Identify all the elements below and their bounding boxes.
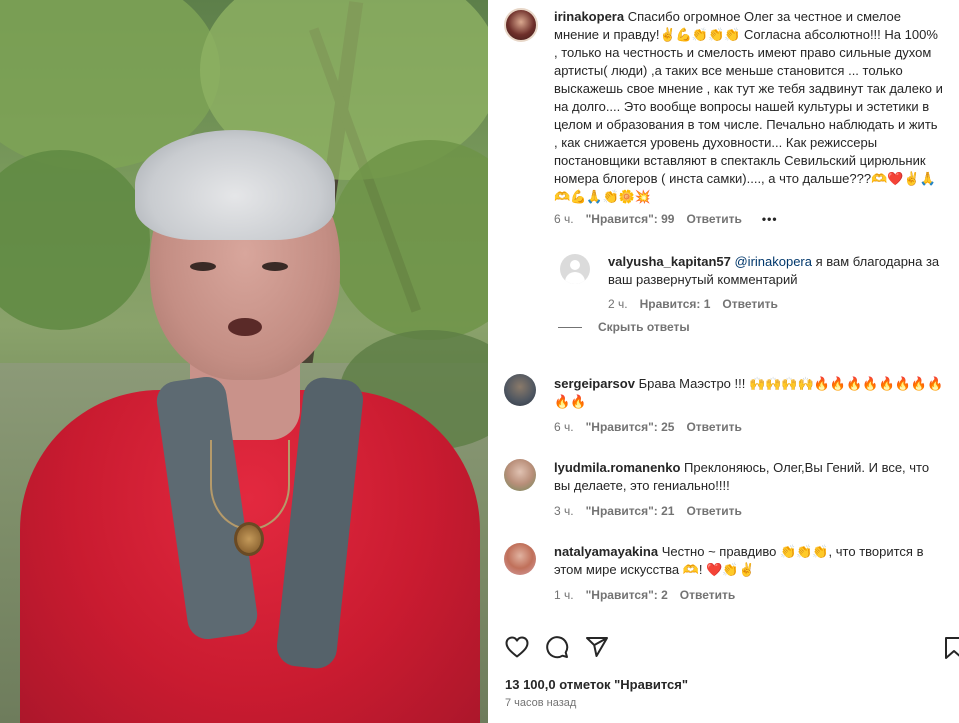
comment: natalyamayakina Честно ~ правдиво 👏👏👏, ч… — [554, 543, 944, 579]
reply-likes[interactable]: Нравится: 1 — [640, 297, 711, 311]
comment-meta: 1 ч. "Нравится": 2 Ответить — [554, 588, 735, 602]
share-icon[interactable] — [584, 634, 610, 660]
comment-time[interactable]: 6 ч. — [554, 420, 574, 434]
reply-time[interactable]: 2 ч. — [608, 297, 628, 311]
hide-replies-label: Скрыть ответы — [598, 320, 690, 334]
likes-count[interactable]: 13 100,0 отметок "Нравится" — [505, 677, 688, 692]
mouth — [228, 318, 262, 336]
comment-time[interactable]: 3 ч. — [554, 504, 574, 518]
comment: lyudmila.romanenko Преклоняюсь, Олег,Вы … — [554, 459, 944, 495]
post-caption-text: Спасибо огромное Олег за честное и смело… — [554, 9, 943, 204]
heart-icon[interactable] — [504, 634, 530, 660]
post-author[interactable]: irinakopera — [554, 9, 624, 24]
comment-likes[interactable]: "Нравится": 25 — [586, 420, 675, 434]
comments-list[interactable]: irinakopera Спасибо огромное Олег за чес… — [488, 0, 959, 620]
post-time[interactable]: 6 ч. — [554, 212, 574, 226]
pendant — [234, 522, 264, 556]
avatar-body — [565, 272, 585, 284]
comment-author[interactable]: sergeiparsov — [554, 376, 635, 391]
comment-meta: 6 ч. "Нравится": 25 Ответить — [554, 420, 742, 434]
avatar[interactable] — [504, 459, 536, 491]
post-timestamp[interactable]: 7 часов назад — [505, 697, 576, 709]
default-avatar-icon[interactable] — [560, 254, 590, 284]
reply-button[interactable]: Ответить — [722, 297, 777, 311]
reply-meta: 2 ч. Нравится: 1 Ответить — [608, 297, 778, 311]
post-video[interactable] — [0, 0, 488, 723]
reply-button[interactable]: Ответить — [686, 420, 741, 434]
foliage — [0, 150, 150, 330]
hair — [135, 130, 335, 240]
action-bar — [504, 634, 610, 660]
post-meta: 6 ч. "Нравится": 99 Ответить ••• — [554, 212, 778, 226]
eye — [190, 262, 216, 271]
comment-meta: 3 ч. "Нравится": 21 Ответить — [554, 504, 742, 518]
hide-replies-button[interactable]: Скрыть ответы — [558, 320, 690, 334]
comment-icon[interactable] — [544, 634, 570, 660]
avatar[interactable] — [504, 8, 538, 42]
comment-time[interactable]: 1 ч. — [554, 588, 574, 602]
comment-likes[interactable]: "Нравится": 21 — [586, 504, 675, 518]
post-caption: irinakopera Спасибо огромное Олег за чес… — [554, 8, 944, 206]
chain — [210, 440, 290, 530]
reply-button[interactable]: Ответить — [686, 504, 741, 518]
avatar[interactable] — [504, 374, 536, 406]
comment-author[interactable]: lyudmila.romanenko — [554, 460, 680, 475]
comments-panel: irinakopera Спасибо огромное Олег за чес… — [488, 0, 959, 723]
reply-button[interactable]: Ответить — [680, 588, 735, 602]
comment-author[interactable]: natalyamayakina — [554, 544, 658, 559]
reply-button[interactable]: Ответить — [686, 212, 741, 226]
post-likes[interactable]: "Нравится": 99 — [586, 212, 675, 226]
comment-likes[interactable]: "Нравится": 2 — [586, 588, 668, 602]
avatar[interactable] — [504, 543, 536, 575]
reply-mention[interactable]: @irinakopera — [734, 254, 812, 269]
eye — [262, 262, 288, 271]
reply-author[interactable]: valyusha_kapitan57 — [608, 254, 731, 269]
bookmark-icon[interactable] — [944, 636, 959, 660]
divider — [558, 326, 582, 328]
avatar-head — [570, 260, 580, 270]
reply-comment: valyusha_kapitan57 @irinakopera я вам бл… — [608, 253, 948, 289]
comment: sergeiparsov Брава Маэстро !!! 🙌🙌🙌🙌🔥🔥🔥🔥🔥… — [554, 375, 944, 411]
more-options-icon[interactable]: ••• — [762, 212, 778, 226]
